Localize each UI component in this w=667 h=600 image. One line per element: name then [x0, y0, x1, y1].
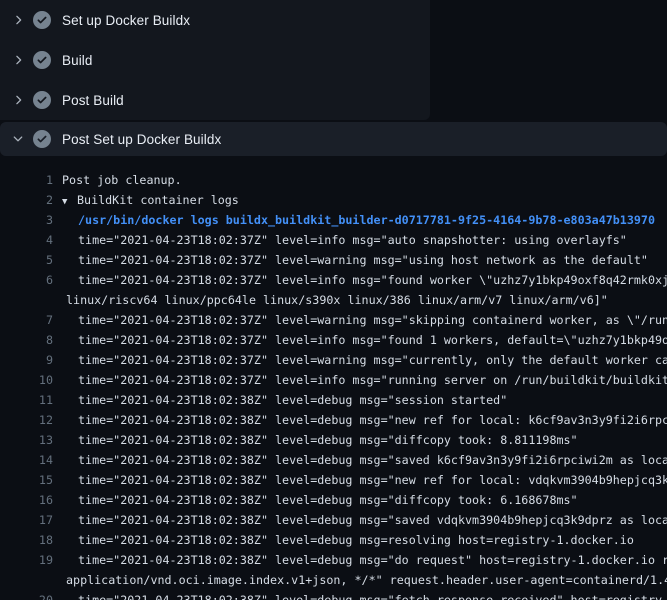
log-line: 19 time="2021-04-23T18:02:38Z" level=deb… [0, 550, 667, 570]
log-line-text: time="2021-04-23T18:02:37Z" level=info m… [53, 370, 667, 390]
log-area: 1 Post job cleanup. 2 ▼BuildKit containe… [0, 156, 667, 600]
log-line: 14 time="2021-04-23T18:02:38Z" level=deb… [0, 450, 667, 470]
check-circle-icon [33, 91, 51, 109]
log-line-number[interactable]: 3 [0, 210, 53, 230]
log-line: 13 time="2021-04-23T18:02:38Z" level=deb… [0, 430, 667, 450]
step-row-set-up-docker-buildx[interactable]: Set up Docker Buildx [0, 0, 430, 40]
log-line-text: time="2021-04-23T18:02:37Z" level=warnin… [53, 250, 648, 270]
log-line-text: time="2021-04-23T18:02:37Z" level=info m… [53, 330, 667, 350]
log-line-text: time="2021-04-23T18:02:38Z" level=debug … [53, 590, 667, 600]
log-line-text: time="2021-04-23T18:02:37Z" level=warnin… [53, 350, 667, 370]
log-line: 3 /usr/bin/docker logs buildx_buildkit_b… [0, 210, 667, 230]
log-line-number[interactable]: 8 [0, 330, 53, 350]
log-line-number[interactable]: 9 [0, 350, 53, 370]
log-line-number[interactable] [0, 570, 53, 590]
log-line-text: time="2021-04-23T18:02:38Z" level=debug … [53, 430, 578, 450]
chevron-right-icon [11, 93, 25, 107]
log-line-text: time="2021-04-23T18:02:37Z" level=info m… [53, 270, 667, 290]
log-line: 18 time="2021-04-23T18:02:38Z" level=deb… [0, 530, 667, 550]
steps-list: Set up Docker Buildx Build Post Build [0, 0, 430, 120]
log-line-number[interactable]: 17 [0, 510, 53, 530]
log-line-number[interactable]: 13 [0, 430, 53, 450]
log-line-number[interactable]: 19 [0, 550, 53, 570]
log-line-text: time="2021-04-23T18:02:38Z" level=debug … [53, 550, 667, 570]
check-circle-icon [33, 51, 51, 69]
log-line-text: time="2021-04-23T18:02:38Z" level=debug … [53, 470, 667, 490]
log-line: 7 time="2021-04-23T18:02:37Z" level=warn… [0, 310, 667, 330]
step-title: Post Build [62, 93, 124, 108]
log-line-number[interactable]: 12 [0, 410, 53, 430]
log-line-number[interactable]: 20 [0, 590, 53, 600]
triangle-down-icon[interactable]: ▼ [62, 192, 77, 210]
log-line-number[interactable]: 18 [0, 530, 53, 550]
log-line: 16 time="2021-04-23T18:02:38Z" level=deb… [0, 490, 667, 510]
step-title: Set up Docker Buildx [62, 13, 190, 28]
log-line-number[interactable]: 15 [0, 470, 53, 490]
log-line: 5 time="2021-04-23T18:02:37Z" level=warn… [0, 250, 667, 270]
log-line: 8 time="2021-04-23T18:02:37Z" level=info… [0, 330, 667, 350]
chevron-right-icon [11, 53, 25, 67]
log-line-number[interactable]: 16 [0, 490, 53, 510]
log-line: linux/riscv64 linux/ppc64le linux/s390x … [0, 290, 667, 310]
log-line: 20 time="2021-04-23T18:02:38Z" level=deb… [0, 590, 667, 600]
log-line-text: Post job cleanup. [53, 170, 182, 190]
log-line: 9 time="2021-04-23T18:02:37Z" level=warn… [0, 350, 667, 370]
log-line-text: time="2021-04-23T18:02:38Z" level=debug … [53, 490, 578, 510]
log-line-text: ▼BuildKit container logs [53, 190, 239, 210]
log-line: 4 time="2021-04-23T18:02:37Z" level=info… [0, 230, 667, 250]
log-line-number[interactable]: 10 [0, 370, 53, 390]
log-line-text: time="2021-04-23T18:02:38Z" level=debug … [53, 450, 667, 470]
log-line-text: time="2021-04-23T18:02:38Z" level=debug … [53, 510, 667, 530]
step-row-build[interactable]: Build [0, 40, 430, 80]
log-line-text: application/vnd.oci.image.index.v1+json,… [53, 570, 667, 590]
log-line-text: time="2021-04-23T18:02:37Z" level=info m… [53, 230, 627, 250]
log-line-number[interactable]: 4 [0, 230, 53, 250]
step-title: Build [62, 53, 93, 68]
chevron-down-icon [11, 132, 25, 146]
log-line: 6 time="2021-04-23T18:02:37Z" level=info… [0, 270, 667, 290]
log-line-number[interactable]: 2 [0, 190, 53, 210]
log-line-text: time="2021-04-23T18:02:37Z" level=warnin… [53, 310, 667, 330]
log-line: 11 time="2021-04-23T18:02:38Z" level=deb… [0, 390, 667, 410]
step-row-post-set-up-docker-buildx[interactable]: Post Set up Docker Buildx [0, 122, 667, 156]
log-line-text: /usr/bin/docker logs buildx_buildkit_bui… [53, 210, 655, 230]
log-line: 17 time="2021-04-23T18:02:38Z" level=deb… [0, 510, 667, 530]
chevron-right-icon [11, 13, 25, 27]
log-line-number[interactable] [0, 290, 53, 310]
log-line: 12 time="2021-04-23T18:02:38Z" level=deb… [0, 410, 667, 430]
log-line-number[interactable]: 1 [0, 170, 53, 190]
log-line-number[interactable]: 5 [0, 250, 53, 270]
log-line-number[interactable]: 7 [0, 310, 53, 330]
step-title: Post Set up Docker Buildx [62, 132, 221, 147]
log-line-text: time="2021-04-23T18:02:38Z" level=debug … [53, 410, 667, 430]
step-row-post-build[interactable]: Post Build [0, 80, 430, 120]
log-line: 2 ▼BuildKit container logs [0, 190, 667, 210]
log-line-number[interactable]: 11 [0, 390, 53, 410]
check-circle-icon [33, 11, 51, 29]
log-line: 15 time="2021-04-23T18:02:38Z" level=deb… [0, 470, 667, 490]
check-circle-icon [33, 130, 51, 148]
log-line-number[interactable]: 6 [0, 270, 53, 290]
log-line: 10 time="2021-04-23T18:02:37Z" level=inf… [0, 370, 667, 390]
log-line-text: linux/riscv64 linux/ppc64le linux/s390x … [53, 290, 608, 310]
log-line-text: time="2021-04-23T18:02:38Z" level=debug … [53, 530, 634, 550]
log-line-text: time="2021-04-23T18:02:38Z" level=debug … [53, 390, 507, 410]
log-line-number[interactable]: 14 [0, 450, 53, 470]
log-line: 1 Post job cleanup. [0, 170, 667, 190]
log-group-label[interactable]: BuildKit container logs [77, 193, 239, 207]
log-line: application/vnd.oci.image.index.v1+json,… [0, 570, 667, 590]
